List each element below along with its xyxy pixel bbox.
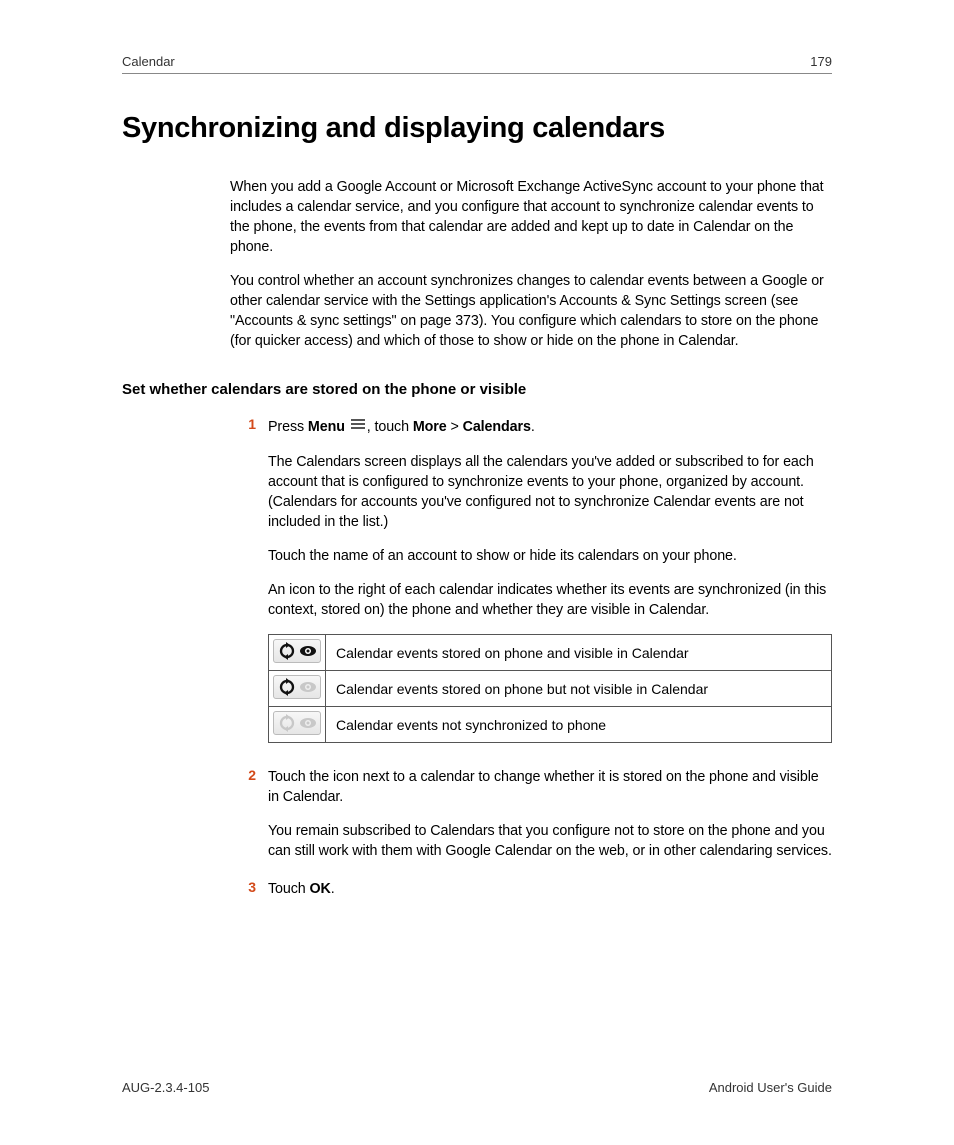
step-number-col: 2	[230, 767, 268, 869]
table-row: Calendar events stored on phone and visi…	[269, 635, 832, 671]
page-footer: AUG-2.3.4-105 Android User's Guide	[122, 1080, 832, 1095]
table-cell-desc: Calendar events not synchronized to phon…	[326, 707, 832, 743]
more-label: More	[413, 419, 447, 435]
running-header: Calendar 179	[122, 54, 832, 74]
footer-right: Android User's Guide	[709, 1080, 832, 1095]
step-number: 2	[248, 767, 256, 783]
step-body: Touch OK.	[268, 879, 832, 907]
sync-hidden-icon	[273, 675, 321, 699]
icon-cell	[269, 635, 326, 671]
intro-block: When you add a Google Account or Microso…	[230, 177, 832, 351]
step-number: 1	[248, 416, 256, 432]
separator: >	[447, 419, 463, 435]
step-2-line-1: Touch the icon next to a calendar to cha…	[268, 767, 832, 807]
ok-label: OK	[310, 881, 331, 897]
calendar-state-table: Calendar events stored on phone and visi…	[268, 634, 832, 743]
text: .	[331, 881, 335, 897]
table-row: Calendar events not synchronized to phon…	[269, 707, 832, 743]
step-2: 2 Touch the icon next to a calendar to c…	[230, 767, 832, 869]
section-subhead: Set whether calendars are stored on the …	[122, 381, 832, 398]
step-number-col: 1	[230, 416, 268, 757]
header-page-number: 179	[810, 54, 832, 69]
step-2-line-2: You remain subscribed to Calendars that …	[268, 821, 832, 861]
footer-left: AUG-2.3.4-105	[122, 1080, 209, 1095]
steps-block: 1 Press Menu , touch More > Calendars. T…	[230, 416, 832, 907]
text: .	[531, 419, 535, 435]
step-body: Touch the icon next to a calendar to cha…	[268, 767, 832, 869]
intro-paragraph-2: You control whether an account synchroni…	[230, 271, 832, 351]
text: Touch	[268, 881, 310, 897]
step-3: 3 Touch OK.	[230, 879, 832, 907]
page-content: Calendar 179 Synchronizing and displayin…	[0, 0, 954, 1145]
intro-paragraph-1: When you add a Google Account or Microso…	[230, 177, 832, 257]
text: Press	[268, 419, 308, 435]
menu-icon	[351, 416, 365, 436]
not-synced-icon	[273, 711, 321, 735]
calendars-label: Calendars	[463, 419, 531, 435]
step-1-desc-2: Touch the name of an account to show or …	[268, 546, 832, 566]
icon-cell	[269, 707, 326, 743]
step-body: Press Menu , touch More > Calendars. The…	[268, 416, 832, 757]
table-cell-desc: Calendar events stored on phone but not …	[326, 671, 832, 707]
header-section: Calendar	[122, 54, 175, 69]
step-3-line: Touch OK.	[268, 879, 832, 899]
table-cell-desc: Calendar events stored on phone and visi…	[326, 635, 832, 671]
step-1-desc-3: An icon to the right of each calendar in…	[268, 580, 832, 620]
step-1-line: Press Menu , touch More > Calendars.	[268, 416, 832, 438]
icon-cell	[269, 671, 326, 707]
menu-label: Menu	[308, 419, 345, 435]
page-title: Synchronizing and displaying calendars	[122, 112, 832, 145]
text: , touch	[367, 419, 413, 435]
sync-visible-icon	[273, 639, 321, 663]
step-number-col: 3	[230, 879, 268, 907]
table-row: Calendar events stored on phone but not …	[269, 671, 832, 707]
step-number: 3	[248, 879, 256, 895]
step-1: 1 Press Menu , touch More > Calendars. T…	[230, 416, 832, 757]
step-1-desc-1: The Calendars screen displays all the ca…	[268, 452, 832, 532]
